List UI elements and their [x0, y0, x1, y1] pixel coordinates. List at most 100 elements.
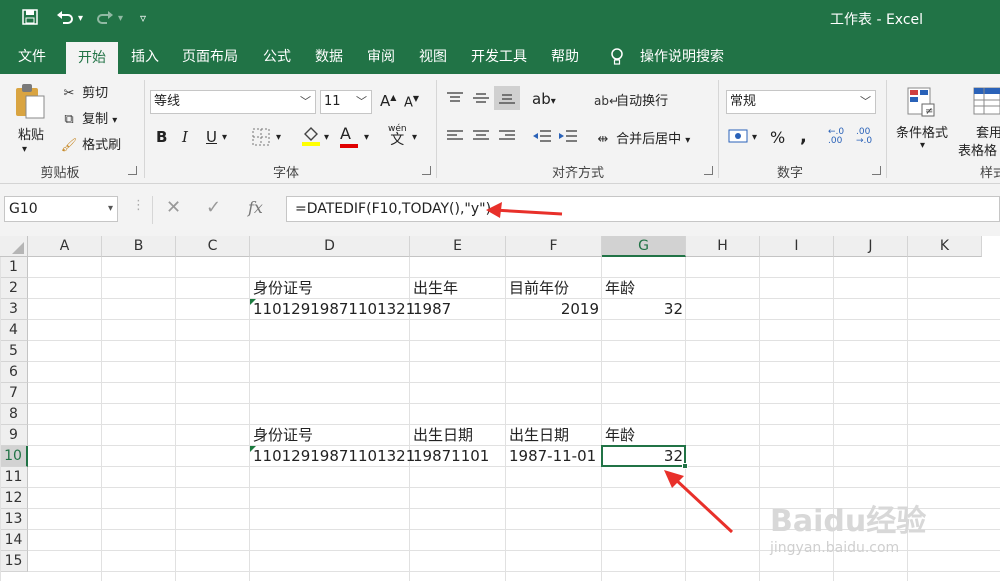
- undo-dropdown-icon[interactable]: ▾: [78, 13, 83, 24]
- tab-file[interactable]: 文件: [6, 40, 58, 74]
- paste-dropdown-icon[interactable]: ▾: [22, 144, 27, 155]
- alignment-launcher-icon[interactable]: [704, 166, 713, 175]
- align-middle-icon[interactable]: [472, 90, 490, 110]
- font-color-dropdown-icon[interactable]: ▾: [364, 132, 369, 143]
- decrease-indent-icon[interactable]: [532, 128, 552, 148]
- cell-f10[interactable]: 1987-11-01: [506, 446, 602, 467]
- column-header-d[interactable]: D: [250, 236, 410, 257]
- column-header-j[interactable]: J: [834, 236, 908, 257]
- table-format-label-2[interactable]: 表格格: [958, 140, 997, 159]
- column-header-k[interactable]: K: [908, 236, 982, 257]
- align-left-icon[interactable]: [446, 128, 464, 148]
- conditional-format-button[interactable]: 条件格式: [896, 122, 948, 141]
- cell-f3[interactable]: 2019: [506, 299, 602, 320]
- column-header-f[interactable]: F: [506, 236, 602, 257]
- cell-d9[interactable]: 身份证号: [250, 425, 410, 446]
- row-header-12[interactable]: 12: [0, 488, 28, 509]
- tab-formulas[interactable]: 公式: [254, 40, 300, 74]
- tab-page-layout[interactable]: 页面布局: [174, 40, 246, 74]
- clipboard-launcher-icon[interactable]: [128, 166, 137, 175]
- row-header-1[interactable]: 1: [0, 257, 28, 278]
- decrease-decimal-icon[interactable]: .00 →.0: [856, 128, 872, 146]
- font-color-button[interactable]: A: [340, 124, 358, 148]
- fill-color-icon[interactable]: [300, 124, 322, 150]
- column-header-c[interactable]: C: [176, 236, 250, 257]
- column-header-a[interactable]: A: [28, 236, 102, 257]
- align-bottom-icon[interactable]: [494, 86, 520, 110]
- italic-button[interactable]: I: [182, 128, 188, 146]
- conditional-format-dropdown-icon[interactable]: ▾: [920, 140, 925, 151]
- align-center-icon[interactable]: [472, 128, 490, 148]
- increase-indent-icon[interactable]: [558, 128, 578, 148]
- cell-e10[interactable]: 19871101: [410, 446, 506, 467]
- phonetic-dropdown-icon[interactable]: ▾: [412, 132, 417, 143]
- paste-icon[interactable]: [12, 82, 52, 122]
- cell-f2[interactable]: 目前年份: [506, 278, 602, 299]
- row-header-9[interactable]: 9: [0, 425, 28, 446]
- table-format-icon[interactable]: [972, 86, 1000, 120]
- cell-g3[interactable]: 32: [602, 299, 686, 320]
- row-header-5[interactable]: 5: [0, 341, 28, 362]
- row-header-4[interactable]: 4: [0, 320, 28, 341]
- cell-e3[interactable]: 1987: [410, 299, 506, 320]
- column-header-i[interactable]: I: [760, 236, 834, 257]
- row-header-2[interactable]: 2: [0, 278, 28, 299]
- accounting-format-icon[interactable]: [728, 126, 750, 150]
- column-header-e[interactable]: E: [410, 236, 506, 257]
- cell-d3[interactable]: 11012919871101321: [250, 299, 415, 320]
- tab-view[interactable]: 视图: [410, 40, 456, 74]
- redo-icon[interactable]: [96, 9, 114, 29]
- paste-button[interactable]: 粘贴: [18, 124, 44, 143]
- cut-button[interactable]: ✂ 剪切: [60, 82, 109, 101]
- cell-g9[interactable]: 年龄: [602, 425, 686, 446]
- column-header-g[interactable]: G: [602, 236, 686, 257]
- cell-f9[interactable]: 出生日期: [506, 425, 602, 446]
- comma-style-button[interactable]: ,: [800, 126, 807, 147]
- insert-function-button[interactable]: fx: [248, 198, 263, 217]
- font-size-combo[interactable]: 11 ﹀: [320, 90, 372, 114]
- formula-input[interactable]: =DATEDIF(F10,TODAY(),"y"): [286, 196, 1000, 222]
- increase-decimal-icon[interactable]: ←.0.00: [828, 128, 844, 146]
- row-header-14[interactable]: 14: [0, 530, 28, 551]
- borders-dropdown-icon[interactable]: ▾: [276, 132, 281, 143]
- align-right-icon[interactable]: [498, 128, 516, 148]
- row-header-13[interactable]: 13: [0, 509, 28, 530]
- table-format-label-1[interactable]: 套用: [976, 122, 1000, 141]
- cell-g2[interactable]: 年龄: [602, 278, 686, 299]
- tab-home[interactable]: 开始: [66, 42, 118, 74]
- row-header-8[interactable]: 8: [0, 404, 28, 425]
- number-format-combo[interactable]: 常规 ﹀: [726, 90, 876, 114]
- row-header-7[interactable]: 7: [0, 383, 28, 404]
- tell-me-search[interactable]: 操作说明搜索: [636, 40, 728, 74]
- font-name-combo[interactable]: 等线 ﹀: [150, 90, 316, 114]
- tab-data[interactable]: 数据: [306, 40, 352, 74]
- cell-d10[interactable]: 11012919871101321: [250, 446, 415, 467]
- conditional-format-icon[interactable]: ≠: [906, 86, 936, 122]
- cancel-icon[interactable]: ✕: [166, 197, 181, 218]
- orientation-icon[interactable]: ab▾: [532, 90, 556, 108]
- increase-font-size-icon[interactable]: A▲: [380, 92, 396, 110]
- bold-button[interactable]: B: [156, 128, 167, 146]
- customize-icon[interactable]: ▿: [140, 11, 146, 25]
- format-painter-button[interactable]: 🖌 格式刷: [60, 134, 121, 153]
- enter-icon[interactable]: ✓: [206, 197, 221, 218]
- select-all-corner[interactable]: [0, 236, 28, 257]
- save-icon[interactable]: [22, 9, 38, 29]
- undo-icon[interactable]: [56, 9, 74, 29]
- redo-dropdown-icon[interactable]: ▾: [118, 13, 123, 24]
- tab-help[interactable]: 帮助: [542, 40, 588, 74]
- cell-d2[interactable]: 身份证号: [250, 278, 410, 299]
- cell-e2[interactable]: 出生年: [410, 278, 506, 299]
- name-box[interactable]: G10 ▾: [4, 196, 118, 222]
- tab-developer[interactable]: 开发工具: [462, 40, 536, 74]
- align-top-icon[interactable]: [446, 90, 464, 110]
- font-launcher-icon[interactable]: [422, 166, 431, 175]
- underline-button[interactable]: U: [206, 128, 217, 146]
- number-launcher-icon[interactable]: [872, 166, 881, 175]
- cell-e9[interactable]: 出生日期: [410, 425, 506, 446]
- phonetic-guide-button[interactable]: wén 文: [388, 124, 407, 147]
- row-header-11[interactable]: 11: [0, 467, 28, 488]
- tab-insert[interactable]: 插入: [122, 40, 168, 74]
- percent-button[interactable]: %: [770, 128, 785, 147]
- accounting-dropdown-icon[interactable]: ▾: [752, 132, 757, 143]
